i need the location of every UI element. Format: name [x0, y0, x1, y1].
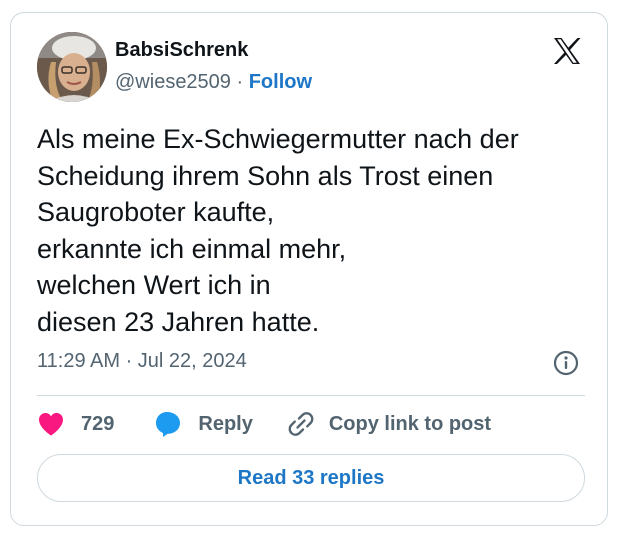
reply-label: Reply [198, 412, 253, 435]
author-display-name[interactable]: BabsiSchrenk [115, 39, 248, 62]
tweet-text-line: Scheidung ihrem Sohn als Trost einen [37, 160, 494, 191]
tweet-text-line: diesen 23 Jahren hatte. [37, 306, 320, 337]
avatar-image [37, 32, 107, 102]
divider [37, 395, 585, 396]
copy-link-button[interactable]: Copy link to post [287, 410, 491, 438]
author-handle[interactable]: @wiese2509 [115, 71, 231, 93]
info-icon[interactable] [553, 350, 579, 376]
tweet-text-line: Saugroboter kaufte, [37, 197, 275, 227]
handle-separator: · [236, 71, 249, 93]
action-bar: 729 Reply Copy link to post [37, 407, 491, 441]
copy-link-label: Copy link to post [328, 412, 492, 435]
tweet-text-line: erkannte ich einmal mehr, [37, 233, 347, 264]
tweet-card: BabsiSchrenk @wiese2509 · Follow Als mei… [10, 12, 608, 526]
author-handle-row: @wiese2509 · Follow [115, 71, 312, 94]
read-replies-button[interactable]: Read 33 replies [37, 454, 585, 502]
like-button[interactable]: 729 [37, 411, 114, 437]
speech-bubble-icon [156, 412, 181, 437]
tweet-text: Als meine Ex-Schwiegermutter nach der Sc… [37, 121, 593, 340]
heart-icon [39, 413, 63, 436]
tweet-text-line: welchen Wert ich in [37, 270, 271, 300]
link-icon [288, 412, 314, 436]
tweet-text-line: Als meine Ex-Schwiegermutter nach der [37, 124, 519, 154]
avatar[interactable] [37, 32, 107, 102]
tweet-timestamp[interactable]: 11:29 AM · Jul 22, 2024 [37, 350, 247, 373]
reply-button[interactable]: Reply [154, 410, 253, 438]
follow-button[interactable]: Follow [249, 71, 312, 93]
like-count: 729 [81, 412, 115, 435]
x-logo-icon[interactable] [551, 35, 583, 67]
